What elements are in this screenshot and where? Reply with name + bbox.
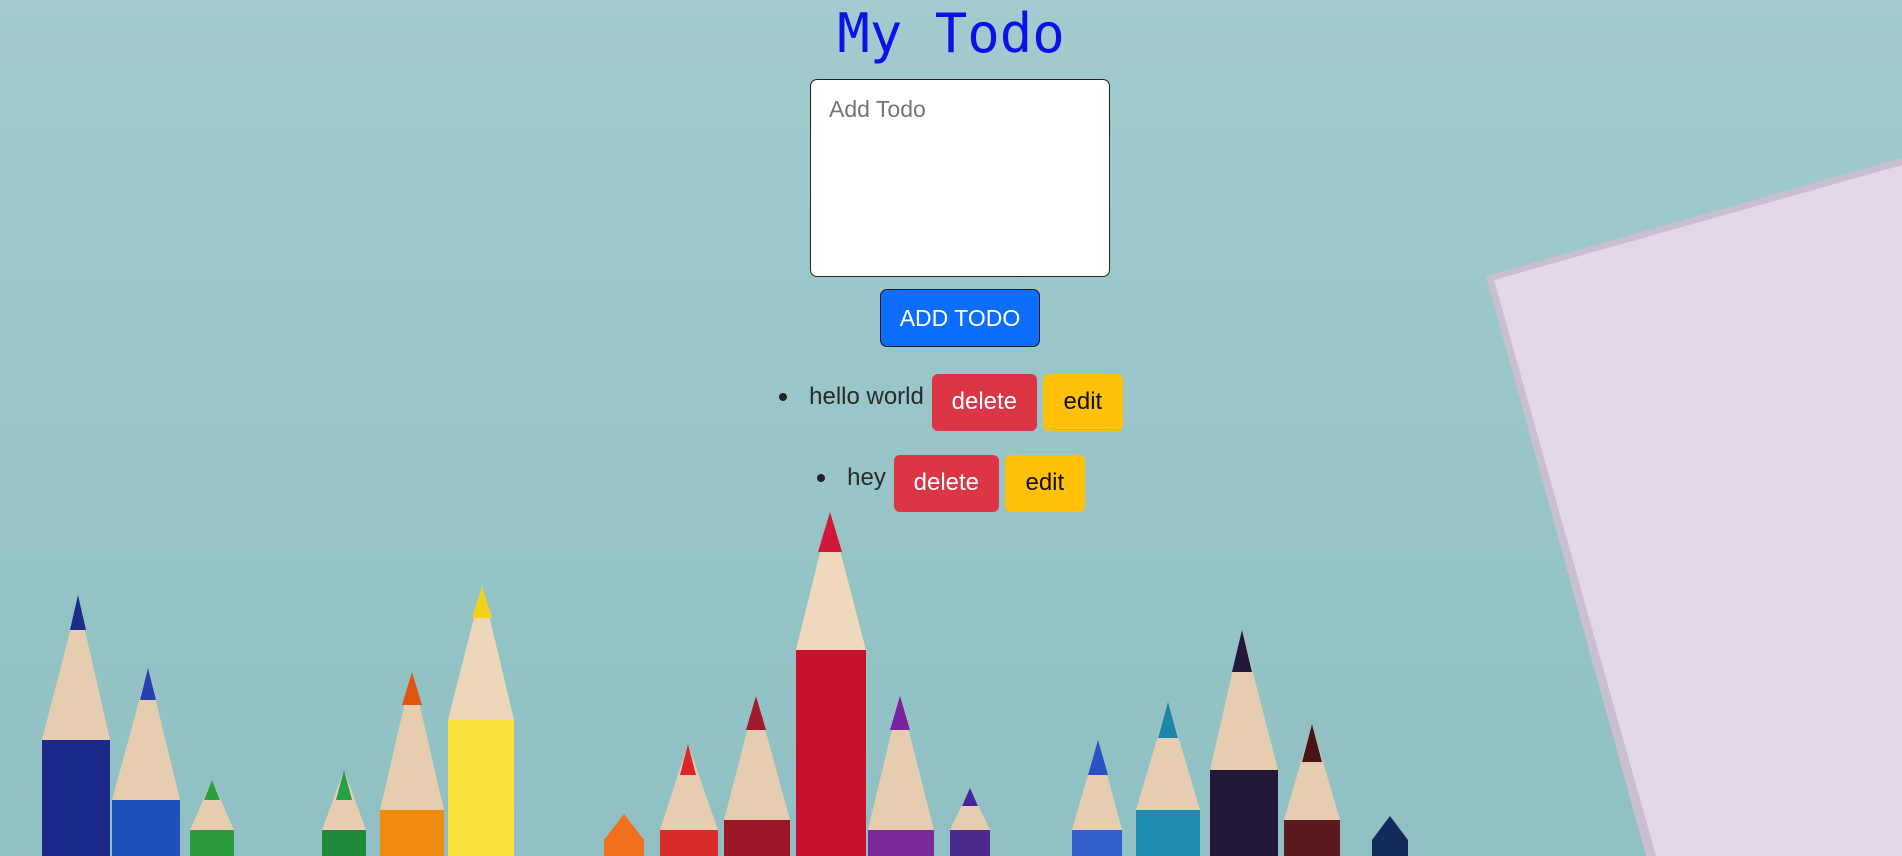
edit-button[interactable]: edit	[1042, 373, 1123, 431]
todo-item: hey delete edit	[0, 449, 1902, 512]
edit-button[interactable]: edit	[1004, 454, 1085, 512]
todo-app: My Todo ADD TODO hello world delete edit…	[0, 0, 1902, 856]
add-todo-input[interactable]	[810, 79, 1110, 277]
bullet-icon	[779, 393, 788, 401]
bullet-icon	[817, 474, 826, 482]
todo-list: hello world delete edit hey delete edit	[0, 368, 1902, 530]
todo-item: hello world delete edit	[0, 368, 1902, 431]
add-todo-button[interactable]: ADD TODO	[880, 289, 1040, 347]
todo-text: hello world	[809, 383, 924, 410]
page-title: My Todo	[837, 2, 1065, 65]
delete-button[interactable]: delete	[893, 454, 999, 512]
todo-text: hey	[847, 464, 886, 491]
delete-button[interactable]: delete	[931, 373, 1037, 431]
